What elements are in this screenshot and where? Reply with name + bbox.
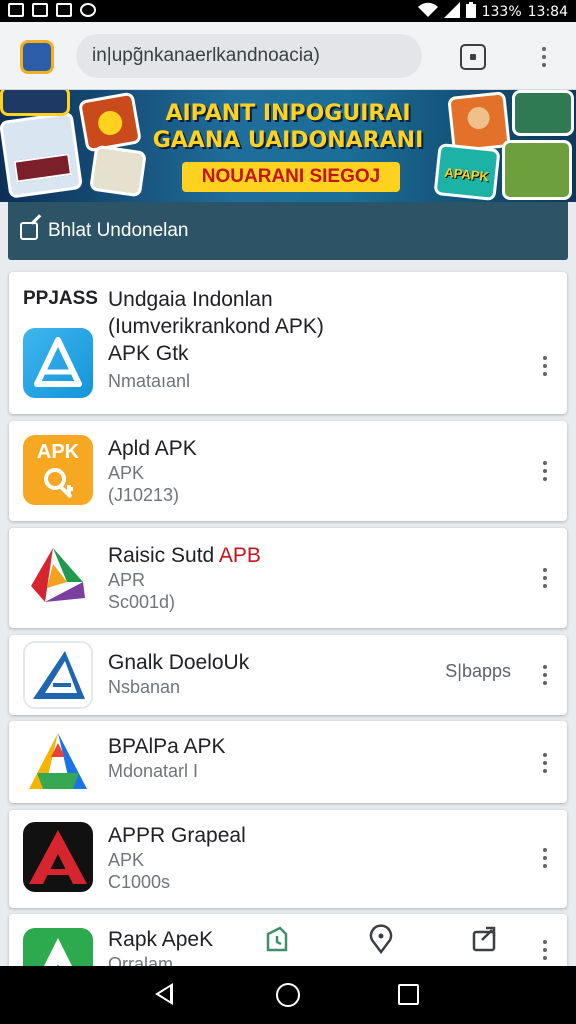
tab-switcher-icon	[470, 54, 476, 60]
share-icon[interactable]	[470, 924, 500, 954]
app-title: Undgaia Indonlan	[108, 288, 273, 311]
back-icon[interactable]	[155, 983, 173, 1005]
browser-toolbar: in|upg̃nkanaerlkandnoacia)	[0, 22, 576, 90]
banner-title: AIPANT INPOGUIRAI GAANA UAIDONARANI	[152, 101, 424, 153]
banner-thumb-4	[0, 90, 70, 116]
a-red-dark-icon[interactable]	[23, 822, 93, 892]
app-title: Gnalk DoeloUk	[108, 651, 250, 674]
app-title-block: Gnalk DoeloUk Nsbanan	[108, 649, 249, 698]
app-title: BPAlPa APK	[108, 735, 226, 758]
category-bar[interactable]: Bhlat Undonelan	[8, 202, 568, 260]
app-card-1[interactable]: PPJASS Undgaia Indonlan (Iumverikrankond…	[9, 272, 567, 414]
app-title-block: APPR Grapeal APK C1000s	[108, 822, 246, 893]
promo-banner[interactable]: AIPANT INPOGUIRAI GAANA UAIDONARANI NOUA…	[0, 90, 576, 202]
app-title: Rapk ApeK	[108, 928, 214, 951]
browser-menu-button[interactable]	[532, 44, 556, 70]
recent-apps-icon[interactable]	[398, 984, 419, 1005]
location-pin-icon[interactable]	[366, 924, 396, 955]
wifi-icon	[417, 2, 438, 22]
app-meta: Sc001d)	[108, 592, 176, 612]
a-gradient-icon[interactable]	[23, 727, 93, 797]
tab-switcher-button[interactable]	[460, 44, 486, 70]
battery-icon	[465, 2, 476, 22]
app-card-6[interactable]: APPR Grapeal APK C1000s	[9, 810, 567, 908]
app-options-button[interactable]	[537, 346, 553, 386]
app-subtitle: Mdonatarl I	[108, 761, 199, 781]
category-label: Bhlat Undonelan	[48, 220, 189, 241]
clock: 13:84	[527, 4, 568, 20]
app-meta: (J10213)	[108, 485, 180, 505]
banner-thumb-7: APAPK	[433, 142, 501, 202]
banner-thumb-6	[512, 90, 574, 136]
a-blue-icon[interactable]	[23, 328, 93, 398]
signal-icon	[443, 2, 460, 22]
app-options-button[interactable]	[537, 930, 553, 970]
app-options-button[interactable]	[537, 838, 553, 878]
app-card-4[interactable]: Gnalk DoeloUk Nsbanan S|bapps	[9, 635, 567, 715]
status-bar: 133% 13:84	[0, 0, 576, 22]
app-options-button[interactable]	[537, 655, 553, 695]
banner-thumb-5	[447, 91, 511, 153]
app-subtitle: APK	[108, 463, 145, 483]
app-subtitle: APR	[108, 570, 146, 590]
sync-notification-icon	[80, 3, 96, 17]
app-options-button[interactable]	[537, 451, 553, 491]
app-title: Raisic Sutd APB	[108, 544, 261, 567]
app-meta: C1000s	[108, 872, 171, 892]
history-icon[interactable]	[262, 924, 292, 954]
app-subtitle: APK Gtk	[108, 342, 189, 365]
app-tag: S|bapps	[445, 661, 511, 681]
banner-thumb-1	[0, 111, 84, 199]
banner-thumb-3	[89, 144, 147, 198]
home-icon[interactable]	[276, 983, 300, 1007]
app-badge: PPJASS	[23, 288, 98, 309]
gallery-notification-icon	[8, 3, 24, 17]
system-nav-bar	[0, 966, 576, 1024]
app-options-button[interactable]	[537, 558, 553, 598]
mail-notification-icon	[32, 3, 48, 17]
app-title-block: Apld APK APK (J10213)	[108, 435, 197, 506]
app-title-block: BPAlPa APK Mdonatarl I	[108, 733, 226, 782]
banner-subtitle: NOUARANI SIEGOJ	[182, 162, 400, 192]
app-title-accent: APB	[218, 544, 261, 567]
apk-orange-icon[interactable]: APK	[23, 435, 93, 505]
app-title-block: Raisic Sutd APB APR Sc001d)	[108, 542, 261, 613]
app-card-2[interactable]: APK Apld APK APK (J10213)	[9, 421, 567, 521]
app-meta: Nmataıanl	[108, 371, 191, 391]
app-title: APPR Grapeal	[108, 824, 246, 847]
battery-level: 133%	[481, 4, 522, 20]
app-title: Apld APK	[108, 437, 197, 460]
edit-icon	[20, 222, 38, 240]
app-title-block: Undgaia Indonlan (Iumverikrankond APK) A…	[108, 286, 324, 392]
banner-thumb-8	[502, 140, 572, 200]
banner-thumb-2	[77, 91, 143, 153]
a-outline-blue-icon[interactable]	[23, 641, 93, 709]
app-notification-icon	[56, 3, 72, 17]
triangle-red-green-icon[interactable]	[23, 542, 93, 612]
app-title-secondary: (Iumverikrankond APK)	[108, 315, 324, 338]
floating-action-bar	[248, 916, 514, 962]
app-subtitle: APK	[108, 850, 145, 870]
app-card-5[interactable]: BPAlPa APK Mdonatarl I	[9, 721, 567, 803]
app-options-button[interactable]	[537, 743, 553, 783]
url-field[interactable]: in|upg̃nkanaerlkandnoacia)	[76, 34, 422, 78]
app-subtitle: Nsbanan	[108, 677, 181, 697]
app-card-3[interactable]: Raisic Sutd APB APR Sc001d)	[9, 528, 567, 628]
site-favicon-icon	[20, 40, 54, 74]
